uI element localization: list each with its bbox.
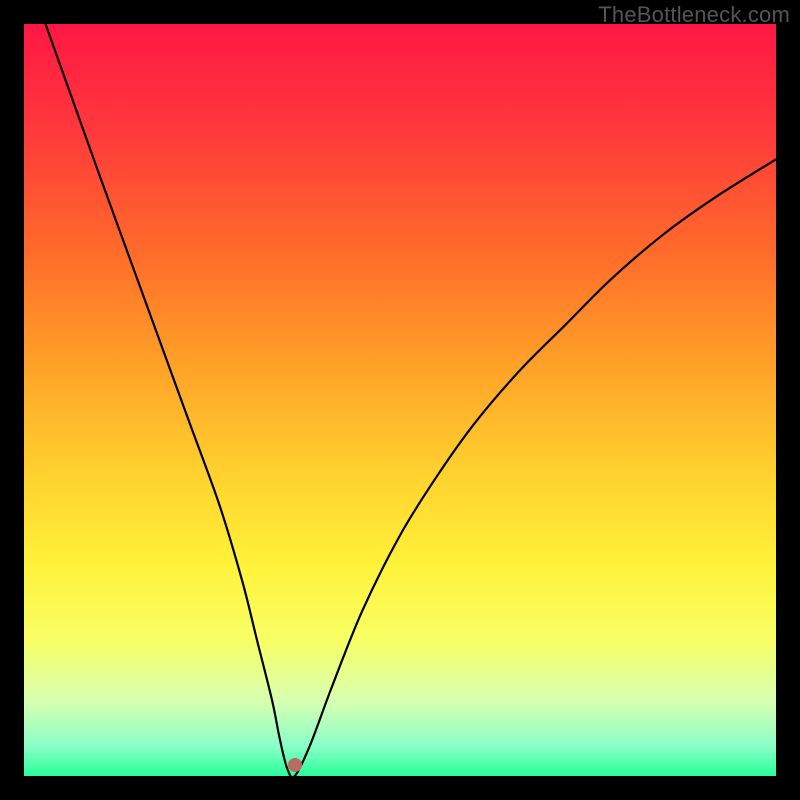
plot-area [24,24,776,776]
optimal-point-marker [288,758,302,772]
watermark-text: TheBottleneck.com [598,2,790,28]
chart-frame: TheBottleneck.com [0,0,800,800]
bottleneck-curve [24,24,776,776]
